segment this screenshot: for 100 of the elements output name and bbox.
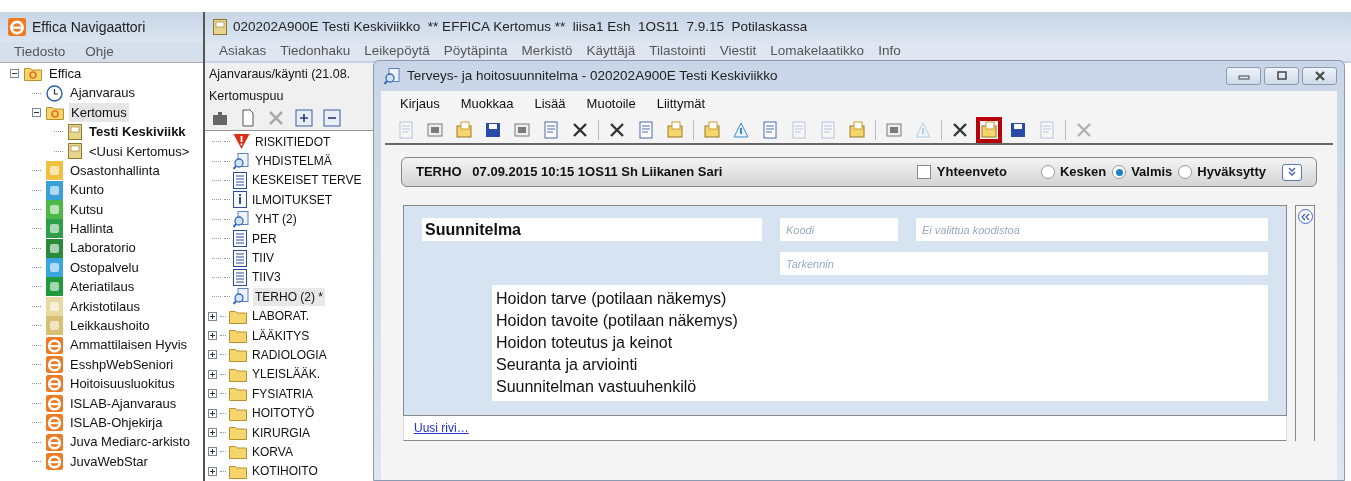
menu-item[interactable]: Muokkaa — [460, 94, 514, 114]
tree-item[interactable]: Kertomus — [69, 102, 129, 123]
expand-icon[interactable] — [208, 369, 217, 379]
tree-item[interactable]: KOTIHOITO — [250, 462, 320, 481]
tree-item[interactable]: Ajanvaraus — [68, 83, 138, 103]
tree-item[interactable]: HOITOTYÖ — [250, 404, 317, 423]
visit-label: Ajanvaraus/käynti (21.08. — [208, 66, 352, 83]
text-line: Suunnitelman vastuuhenkilö — [496, 377, 698, 397]
tree-item[interactable]: Kunto — [68, 180, 106, 200]
tree-item[interactable]: Arkistotilaus — [68, 296, 143, 317]
app-tile-icon — [46, 219, 63, 239]
menu-item[interactable]: Viestit — [719, 41, 757, 62]
maximize-icon[interactable] — [1264, 67, 1299, 85]
menu-item[interactable]: Info — [878, 41, 901, 62]
tree-item[interactable]: Kutsu — [68, 199, 106, 220]
e-logo-icon — [46, 453, 63, 470]
tree-item[interactable]: <Uusi Kertomus> — [87, 141, 192, 161]
menu-item[interactable]: Lomakelaatikko — [770, 41, 865, 62]
expand-icon[interactable] — [208, 331, 217, 341]
collapse-icon[interactable] — [10, 69, 19, 79]
collapse-icon[interactable] — [1282, 163, 1302, 181]
folder-icon — [229, 308, 247, 324]
menu-item[interactable]: Merkistö — [521, 41, 573, 62]
tree-item[interactable]: JuvaWebStar — [68, 451, 150, 472]
tree-item[interactable]: Leikkaushoito — [68, 316, 152, 336]
menu-item[interactable]: Pöytäpinta — [443, 41, 508, 62]
tree-item[interactable]: KESKEISET TERVE — [250, 171, 364, 190]
tree-item[interactable]: Osastonhallinta — [68, 160, 162, 181]
folder-icon — [229, 463, 247, 479]
tree-item[interactable]: Ateriatilaus — [68, 277, 137, 297]
menu-item[interactable]: Muotoile — [586, 94, 636, 114]
tree-item[interactable]: KIRURGIA — [250, 423, 312, 442]
tree-item[interactable]: RISKITIEDOT — [253, 132, 333, 151]
tree-item[interactable]: TERHO (2) * — [253, 287, 325, 306]
text-area[interactable]: Hoidon tarve (potilaan näkemys) Hoidon tavoite (potilaan näkemys) Hoidon toteutus ja keinot Seuranta ja arviointi Suunnitelman vastuuhenkilö — [492, 285, 1268, 401]
tree-item[interactable]: Ostopalvelu — [68, 257, 141, 278]
document-icon — [233, 249, 247, 267]
tree-item[interactable]: Hallinta — [68, 219, 116, 239]
expand-icon[interactable] — [208, 389, 217, 399]
tree-item[interactable]: Testi Keskiviikk — [87, 122, 188, 142]
tree-item[interactable]: Ammattilaisen Hyvis — [68, 335, 190, 355]
tree-item[interactable]: LABORAT. — [250, 307, 312, 326]
tree-item[interactable]: ISLAB-Ohjekirja — [68, 413, 165, 433]
new-document-icon[interactable] — [239, 108, 257, 127]
expand-icon[interactable] — [208, 408, 217, 418]
codeset-field[interactable]: Ei valittua koodistoa — [916, 218, 1268, 241]
magnifier-document-icon — [233, 210, 250, 228]
document-icon — [233, 268, 247, 286]
collapse-icon[interactable] — [32, 107, 41, 117]
tree-item[interactable]: Juva Mediarc-arkisto — [68, 432, 192, 452]
app-tile-icon — [46, 180, 63, 200]
radio-button[interactable] — [1040, 165, 1055, 179]
radio-button[interactable] — [1112, 165, 1127, 179]
menu-item[interactable]: Tiedosto — [14, 41, 66, 63]
tree-item[interactable]: Effica — [47, 63, 84, 84]
tree-item[interactable]: EsshpWebSeniori — [68, 354, 176, 375]
menu-item[interactable]: Tiedonhaku — [280, 41, 351, 62]
menu-item[interactable]: Asiakas — [219, 41, 267, 62]
app-tile-icon — [46, 296, 63, 316]
expand-side-icon[interactable] — [1297, 209, 1313, 224]
tree-item[interactable]: TIIV — [250, 249, 276, 267]
expand-icon[interactable] — [208, 350, 217, 360]
minus-icon[interactable] — [323, 108, 341, 127]
entry-title: TERHO 07.09.2015 10:15 1OS11 Sh Liikanen Sari — [416, 163, 723, 182]
menu-item[interactable]: Lisää — [534, 94, 566, 114]
expand-icon[interactable] — [208, 428, 217, 437]
expand-icon[interactable] — [208, 466, 217, 476]
tree-item[interactable]: YHT (2) — [253, 210, 299, 229]
tree-item[interactable]: ISLAB-Ajanvaraus — [68, 393, 179, 414]
e-logo-icon — [46, 336, 63, 354]
tree-item[interactable]: KORVA — [250, 442, 295, 461]
new-row-link[interactable]: Uusi rivi… — [414, 419, 469, 437]
menu-item[interactable]: Kirjaus — [400, 94, 440, 114]
code-field[interactable]: Koodi — [780, 218, 898, 241]
menu-item[interactable]: Käyttäjä — [586, 41, 636, 62]
e-logo-icon — [46, 433, 63, 451]
tree-item[interactable]: Hoitoisuusluokitus — [68, 374, 177, 394]
tree-item[interactable]: RADIOLOGIA — [250, 345, 329, 364]
tree-item[interactable]: FYSIATRIA — [250, 384, 316, 403]
tree-item[interactable]: Laboratorio — [68, 238, 138, 258]
checkbox[interactable] — [916, 165, 931, 179]
menu-item[interactable]: Leikepöytä — [364, 41, 430, 62]
menu-item[interactable]: Liittymät — [656, 94, 706, 114]
plus-icon[interactable] — [295, 108, 313, 127]
menu-item[interactable]: Ohje — [85, 41, 114, 63]
tree-item[interactable]: YLEISLÄÄK. — [250, 365, 323, 384]
close-icon[interactable] — [1302, 67, 1337, 85]
tree-item[interactable]: PER — [250, 229, 279, 248]
radio-label: Kesken — [1059, 163, 1107, 182]
text-line: Seuranta ja arviointi — [496, 355, 639, 375]
menu-item[interactable]: Tilastointi — [649, 41, 706, 62]
specifier-field[interactable]: Tarkennin — [780, 252, 1268, 275]
tree-item[interactable]: TIIV3 — [250, 268, 283, 287]
expand-icon[interactable] — [208, 447, 217, 457]
expand-icon[interactable] — [208, 311, 217, 321]
tree-item[interactable]: YHDISTELMÄ — [253, 152, 334, 171]
tree-item[interactable]: ILMOITUKSET — [250, 190, 334, 209]
tree-item[interactable]: LÄÄKITYS — [250, 326, 312, 345]
minimize-icon[interactable] — [1226, 67, 1261, 85]
radio-button[interactable] — [1178, 165, 1193, 179]
